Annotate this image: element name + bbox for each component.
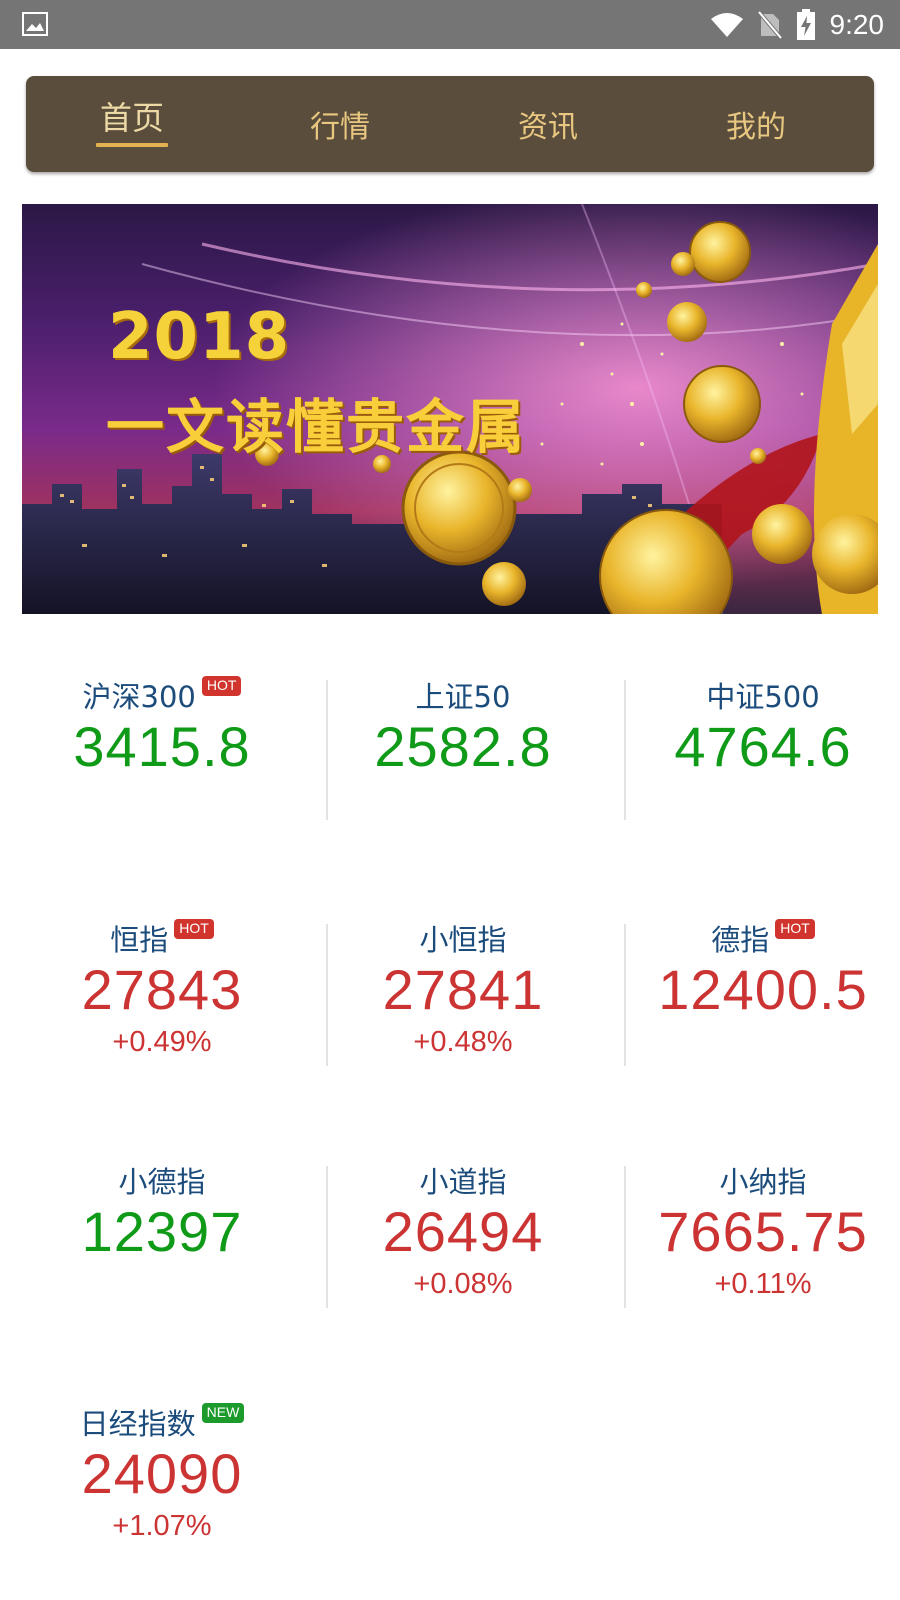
index-value: 7665.75 bbox=[658, 1200, 868, 1263]
index-name: 中证500 bbox=[706, 680, 820, 714]
index-name-row: 恒指 HOT bbox=[12, 918, 312, 958]
new-badge: NEW bbox=[201, 1403, 245, 1423]
index-value: 26494 bbox=[382, 1200, 544, 1263]
index-name: 小道指 bbox=[419, 1165, 507, 1199]
index-card-hsi[interactable]: 恒指 HOT 27843 +0.49% bbox=[12, 918, 312, 1062]
index-card-hs300[interactable]: 沪深300 HOT 3415.8 bbox=[12, 675, 312, 779]
index-name-row: 日经指数 NEW bbox=[12, 1402, 312, 1442]
index-name-row: 德指 HOT bbox=[613, 918, 900, 958]
index-name-row: 小道指 bbox=[313, 1160, 613, 1200]
status-icons: 9:20 bbox=[710, 0, 885, 49]
active-tab-indicator bbox=[96, 143, 168, 147]
tab-market[interactable]: 行情 bbox=[234, 76, 446, 172]
index-value: 27841 bbox=[382, 958, 544, 1021]
index-name-row: 沪深300 HOT bbox=[12, 675, 312, 715]
tab-news[interactable]: 资讯 bbox=[442, 76, 654, 172]
index-change: +0.49% bbox=[112, 1026, 212, 1058]
index-name: 日经指数 bbox=[79, 1407, 196, 1441]
index-name-row: 小纳指 bbox=[613, 1160, 900, 1200]
index-change: +1.07% bbox=[112, 1510, 212, 1542]
index-name: 沪深300 bbox=[82, 680, 196, 714]
index-value: 12397 bbox=[81, 1200, 243, 1263]
index-name: 小恒指 bbox=[419, 923, 507, 957]
tab-mine-label: 我的 bbox=[726, 110, 786, 145]
index-name: 小纳指 bbox=[719, 1165, 807, 1199]
index-value: 24090 bbox=[81, 1442, 243, 1505]
promo-banner[interactable]: 2018 一文读懂贵金属 bbox=[22, 204, 878, 614]
index-card-mini-nasdaq[interactable]: 小纳指 7665.75 +0.11% bbox=[613, 1160, 900, 1304]
index-change: +0.48% bbox=[413, 1026, 513, 1058]
hot-badge: HOT bbox=[201, 676, 242, 696]
index-change: +0.11% bbox=[714, 1268, 812, 1300]
top-nav: 首页 行情 资讯 我的 bbox=[26, 76, 874, 172]
banner-title: 一文读懂贵金属 bbox=[106, 393, 527, 461]
index-value: 4764.6 bbox=[674, 715, 852, 778]
index-name: 德指 bbox=[711, 923, 770, 957]
tab-news-label: 资讯 bbox=[518, 110, 578, 145]
index-value: 3415.8 bbox=[73, 715, 251, 778]
index-name: 小德指 bbox=[118, 1165, 206, 1199]
wifi-icon bbox=[710, 12, 743, 37]
banner-year: 2018 bbox=[108, 300, 291, 374]
index-card-sz50[interactable]: 上证50 2582.8 bbox=[313, 675, 613, 779]
no-sim-icon bbox=[757, 10, 782, 39]
image-icon bbox=[22, 12, 48, 36]
index-value: 12400.5 bbox=[658, 958, 868, 1021]
index-value: 2582.8 bbox=[374, 715, 552, 778]
index-card-mini-dax[interactable]: 小德指 12397 bbox=[12, 1160, 312, 1264]
tab-home[interactable]: 首页 bbox=[26, 76, 238, 172]
hot-badge: HOT bbox=[174, 919, 214, 939]
index-name-row: 小恒指 bbox=[313, 918, 613, 958]
index-change: +0.08% bbox=[413, 1268, 513, 1300]
index-card-nikkei[interactable]: 日经指数 NEW 24090 +1.07% bbox=[12, 1402, 312, 1546]
index-name-row: 中证500 bbox=[613, 675, 900, 715]
tab-mine[interactable]: 我的 bbox=[650, 76, 862, 172]
index-card-mini-dow[interactable]: 小道指 26494 +0.08% bbox=[313, 1160, 613, 1304]
index-name-row: 小德指 bbox=[12, 1160, 312, 1200]
status-bar: 9:20 bbox=[0, 0, 900, 49]
index-card-mini-hsi[interactable]: 小恒指 27841 +0.48% bbox=[313, 918, 613, 1062]
index-card-zz500[interactable]: 中证500 4764.6 bbox=[613, 675, 900, 779]
index-name: 上证50 bbox=[415, 680, 511, 714]
index-card-dax[interactable]: 德指 HOT 12400.5 bbox=[613, 918, 900, 1022]
battery-charging-icon bbox=[796, 8, 815, 40]
index-name: 恒指 bbox=[110, 923, 169, 957]
tab-home-label: 首页 bbox=[99, 99, 164, 137]
index-name-row: 上证50 bbox=[313, 675, 613, 715]
status-time: 9:20 bbox=[829, 8, 885, 40]
index-value: 27843 bbox=[81, 958, 243, 1021]
hot-badge: HOT bbox=[775, 919, 815, 939]
tab-market-label: 行情 bbox=[310, 110, 370, 145]
